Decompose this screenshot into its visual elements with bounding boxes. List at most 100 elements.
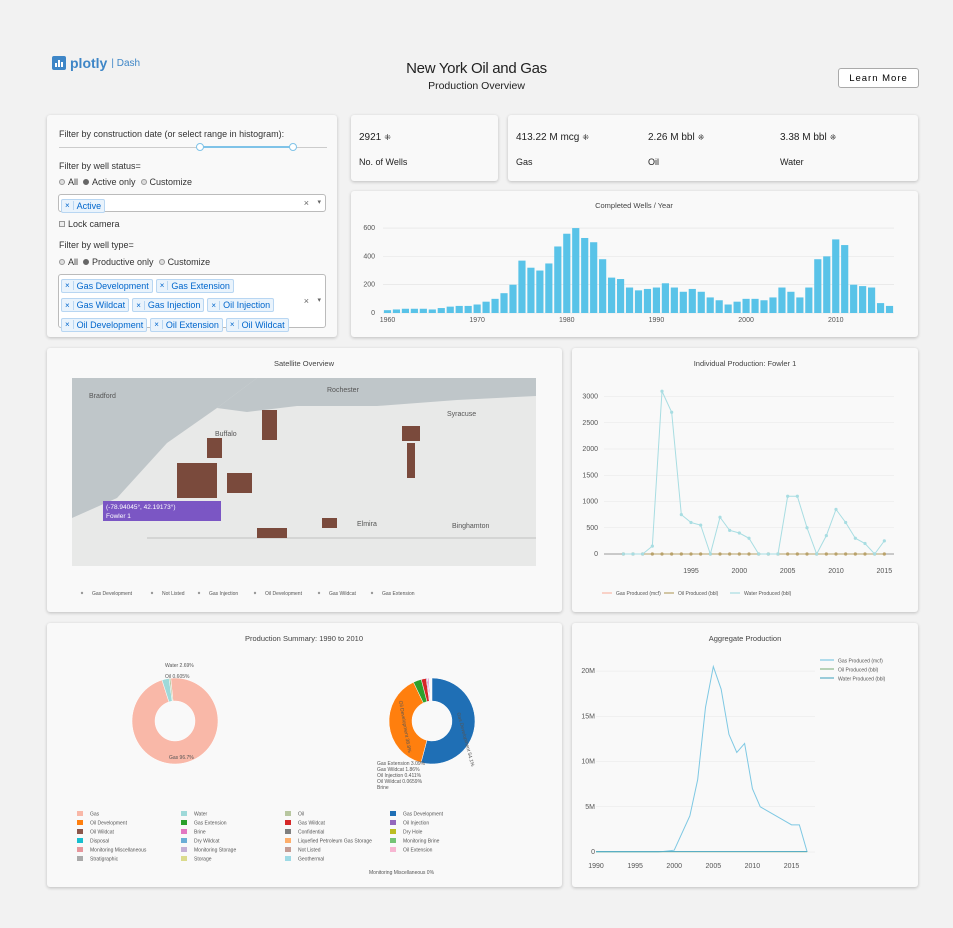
legend-swatch[interactable] xyxy=(181,820,187,825)
bar[interactable] xyxy=(885,305,894,313)
type-tag[interactable]: × Gas Injection xyxy=(132,298,205,312)
legend-label[interactable]: Gas Injection xyxy=(209,591,238,597)
clear-icon[interactable]: × xyxy=(304,198,309,208)
data-point[interactable] xyxy=(718,515,722,519)
legend-swatch[interactable] xyxy=(77,829,83,834)
legend-swatch[interactable] xyxy=(181,847,187,852)
legend-swatch[interactable] xyxy=(181,829,187,834)
data-point[interactable] xyxy=(660,389,664,393)
expand-icon[interactable]: ⁜ xyxy=(698,133,705,142)
data-point[interactable] xyxy=(679,513,683,517)
bar[interactable] xyxy=(437,308,445,313)
status-radio-customize[interactable]: Customize xyxy=(140,177,192,187)
bar[interactable] xyxy=(661,283,669,313)
legend-marker[interactable] xyxy=(197,591,201,595)
type-tag[interactable]: × Oil Extension xyxy=(150,317,223,332)
legend-marker[interactable] xyxy=(150,591,154,595)
legend-marker[interactable] xyxy=(317,591,321,595)
bar[interactable] xyxy=(527,267,535,313)
type-tag[interactable]: × Gas Development xyxy=(61,278,153,293)
bar[interactable] xyxy=(859,286,867,313)
chevron-down-icon[interactable]: ▾ xyxy=(317,296,321,304)
data-point[interactable] xyxy=(747,552,751,556)
bar[interactable] xyxy=(563,233,571,313)
legend-swatch[interactable] xyxy=(390,838,396,843)
legend-label[interactable]: Oil Injection xyxy=(403,821,429,827)
legend-label[interactable]: Oil Produced (bbl) xyxy=(678,591,719,597)
legend-label[interactable]: Gas Extension xyxy=(382,591,415,597)
data-point[interactable] xyxy=(776,552,780,556)
legend-label[interactable]: Oil Extension xyxy=(403,848,433,854)
data-point[interactable] xyxy=(631,552,635,556)
data-point[interactable] xyxy=(786,552,790,556)
data-point[interactable] xyxy=(844,520,848,525)
status-select[interactable]: × Active × ▾ xyxy=(58,194,326,213)
legend-label[interactable]: Geothermal xyxy=(298,857,324,863)
data-point[interactable] xyxy=(795,552,799,556)
bar[interactable] xyxy=(536,270,544,313)
bar[interactable] xyxy=(805,287,813,313)
data-point[interactable] xyxy=(863,541,867,546)
data-point[interactable] xyxy=(853,536,857,540)
bar[interactable] xyxy=(778,287,786,313)
legend-label[interactable]: Water xyxy=(194,812,207,818)
data-point[interactable] xyxy=(689,520,693,525)
data-point[interactable] xyxy=(641,552,645,556)
bar[interactable] xyxy=(455,305,463,313)
data-point[interactable] xyxy=(728,552,732,556)
bar[interactable] xyxy=(446,306,454,313)
bar[interactable] xyxy=(500,293,508,313)
bar[interactable] xyxy=(518,260,526,313)
legend-swatch[interactable] xyxy=(285,847,291,852)
legend-label[interactable]: Gas Produced (mcf) xyxy=(616,591,661,597)
learn-more-button[interactable]: Learn More xyxy=(838,68,919,88)
data-point[interactable] xyxy=(670,410,674,414)
bar[interactable] xyxy=(841,245,849,313)
clear-icon[interactable]: × xyxy=(304,296,309,306)
legend-label[interactable]: Disposal xyxy=(90,839,109,845)
legend-label[interactable]: Oil Development xyxy=(265,591,303,597)
bar[interactable] xyxy=(769,297,777,313)
individual-production-chart[interactable]: Individual Production: Fowler 1 0 500 1000 1… xyxy=(572,348,918,612)
map-legend[interactable]: Gas Development Not Listed Gas Injection Oi… xyxy=(80,591,415,597)
bar[interactable] xyxy=(410,308,418,313)
data-point[interactable] xyxy=(834,552,838,556)
legend-swatch[interactable] xyxy=(285,811,291,816)
bar[interactable] xyxy=(464,305,472,313)
bar[interactable] xyxy=(491,298,499,313)
legend-label[interactable]: Dry Wildcat xyxy=(194,839,220,845)
data-point[interactable] xyxy=(660,552,664,556)
type-radio-customize[interactable]: Customize xyxy=(158,257,210,267)
status-radio-active[interactable]: Active only xyxy=(83,177,136,187)
bar[interactable] xyxy=(724,304,732,313)
bar[interactable] xyxy=(733,301,741,313)
legend-label[interactable]: Confidential xyxy=(298,830,324,836)
data-point[interactable] xyxy=(873,552,877,556)
data-point[interactable] xyxy=(863,552,867,556)
type-tag[interactable]: × Oil Wildcat xyxy=(225,317,289,332)
data-point[interactable] xyxy=(882,552,886,556)
satellite-map[interactable]: Satellite Overview (-78.94045°, 42.19173… xyxy=(47,348,562,612)
legend-label[interactable]: Gas Development xyxy=(92,591,133,597)
data-point[interactable] xyxy=(853,552,857,556)
pie-slice[interactable] xyxy=(131,677,219,765)
type-tag[interactable]: × Oil Injection xyxy=(207,298,275,312)
type-radio-productive[interactable]: Productive only xyxy=(83,257,154,267)
bar[interactable] xyxy=(608,277,616,313)
data-point[interactable] xyxy=(650,552,654,556)
legend-label[interactable]: Gas Wildcat xyxy=(298,821,326,827)
data-point[interactable] xyxy=(844,552,848,556)
bar[interactable] xyxy=(572,228,580,313)
bar[interactable] xyxy=(850,284,858,313)
bar[interactable] xyxy=(428,309,436,313)
legend-label[interactable]: Dry Hole xyxy=(403,830,423,836)
legend-label[interactable]: Water Produced (bbl) xyxy=(838,677,886,683)
bar[interactable] xyxy=(697,291,705,313)
bar[interactable] xyxy=(832,239,840,313)
data-point[interactable] xyxy=(699,552,703,556)
legend-label[interactable]: Monitoring Brine xyxy=(403,839,440,845)
bar[interactable] xyxy=(706,297,714,313)
checkbox-box[interactable] xyxy=(59,221,65,227)
legend-label[interactable]: Gas Wildcat xyxy=(329,591,357,597)
legend-marker[interactable] xyxy=(80,591,84,595)
